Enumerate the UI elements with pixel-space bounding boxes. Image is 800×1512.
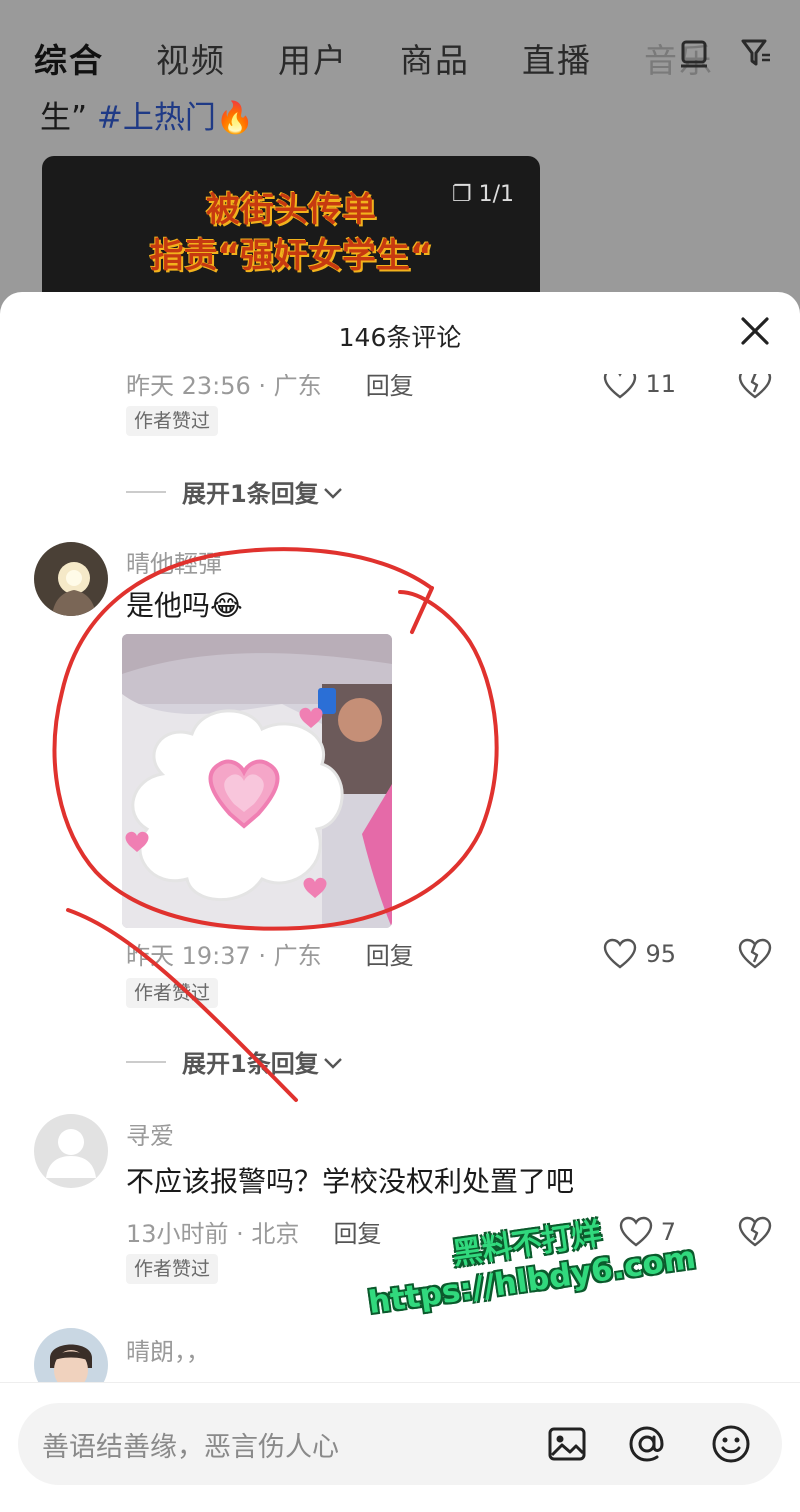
heart-icon (604, 374, 637, 399)
comment-time: 昨天 19:37 · 广东 (126, 942, 322, 970)
like-count: 11 (645, 369, 676, 398)
search-tabs: 综合 视频 用户 商品 直播 音乐 (34, 34, 714, 82)
filter-icon[interactable] (740, 36, 772, 68)
comment-text: 是他吗😂 (126, 589, 243, 622)
divider (126, 490, 166, 493)
reply-button[interactable]: 回复 (366, 374, 414, 401)
search-results-background: 综合 视频 用户 商品 直播 音乐 生” #上热门🔥 被街头传单 指责“强奸女学… (0, 0, 800, 330)
comment-meta: 昨天 19:37 · 广东 回复 95 (126, 936, 772, 971)
reply-button[interactable]: 回复 (366, 936, 414, 971)
comment-sheet: 146条评论 昨天 23:56 · 广东 回复 11 作者赞过 展开1条回复 晴… (0, 292, 800, 1512)
like-button[interactable]: 95 (603, 938, 676, 970)
like-button[interactable]: 11 (603, 369, 676, 400)
like-count: 95 (645, 939, 676, 968)
broken-heart-icon[interactable] (738, 1215, 772, 1249)
comment-text: 不应该报警吗？学校没权利处置了吧 (126, 1165, 575, 1198)
expand-replies[interactable]: 展开1条回复 (126, 1044, 343, 1079)
gallery-icon: ❐ (451, 182, 472, 207)
broken-heart-icon[interactable] (738, 367, 772, 401)
image-picker-icon[interactable] (546, 1423, 588, 1465)
divider (126, 1060, 166, 1063)
comment-input[interactable]: 善语结善缘，恶言伤人心 (18, 1403, 782, 1485)
hashtag-link[interactable]: #上热门 (97, 100, 216, 136)
comment-meta: 昨天 23:56 · 广东 回复 11 (126, 367, 772, 401)
fire-icon: 🔥 (215, 100, 255, 136)
author-liked-badge: 作者赞过 (126, 978, 219, 1008)
thumbnail-line-2: 指责“强奸女学生“ (149, 236, 433, 276)
layout-icon[interactable] (678, 36, 710, 68)
avatar[interactable] (34, 542, 108, 616)
comment-image[interactable] (122, 634, 392, 928)
username[interactable]: 晴朗，， (126, 1332, 210, 1367)
expand-replies[interactable]: 展开1条回复 (126, 474, 343, 509)
comment-count-title: 146条评论 (338, 323, 462, 352)
post-caption: 生” #上热门🔥 (40, 92, 255, 137)
broken-heart-icon[interactable] (738, 937, 772, 971)
expand-replies-label: 展开1条回复 (182, 1050, 319, 1078)
tab-users[interactable]: 用户 (278, 34, 348, 82)
author-liked-badge: 作者赞过 (126, 1254, 219, 1284)
red-annotation-circle (52, 547, 499, 1102)
comment-time: 昨天 23:56 · 广东 (126, 372, 322, 400)
heart-icon (604, 938, 637, 969)
username[interactable]: 晴他輕彈 (126, 552, 222, 579)
username[interactable]: 寻爱 (126, 1116, 174, 1151)
at-mention-icon[interactable] (626, 1423, 668, 1465)
chevron-down-icon (323, 1048, 343, 1076)
tab-live[interactable]: 直播 (522, 34, 592, 82)
comment-time: 13小时前 · 北京 (126, 1220, 300, 1248)
comment-input-bar: 善语结善缘，恶言伤人心 (0, 1382, 800, 1512)
avatar[interactable] (34, 1114, 108, 1188)
image-count: ❐ 1/1 (451, 182, 514, 207)
tab-video[interactable]: 视频 (156, 34, 226, 82)
chevron-down-icon (323, 478, 343, 506)
tab-products[interactable]: 商品 (400, 34, 470, 82)
tab-comprehensive[interactable]: 综合 (34, 34, 104, 82)
emoji-icon[interactable] (710, 1423, 752, 1465)
input-placeholder: 善语结善缘，恶言伤人心 (42, 1432, 339, 1463)
caption-text: 生” (40, 100, 88, 136)
author-liked-badge: 作者赞过 (126, 406, 219, 436)
expand-replies-label: 展开1条回复 (182, 480, 319, 508)
close-icon[interactable] (738, 314, 772, 348)
